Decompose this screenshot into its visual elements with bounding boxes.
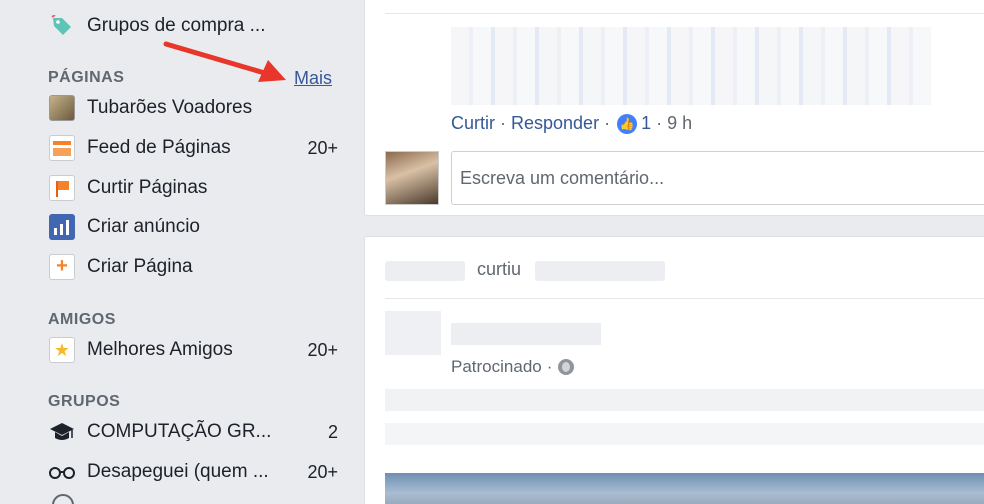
pages-feed-icon	[48, 134, 76, 162]
liked-text: curtiu	[477, 259, 522, 279]
left-sidebar: Grupos de compra ... PÁGINAS Mais Tubarõ…	[0, 0, 364, 504]
sidebar-item-create-page[interactable]: + Criar Página	[48, 251, 338, 283]
sidebar-item-label: Tubarões Voadores	[87, 97, 253, 118]
sidebar-item-count: 2	[327, 421, 338, 442]
post-card-comments: Curtir · Responder · 👍 1 · 9 h Escreva u…	[364, 0, 984, 216]
sidebar-item-create-ad[interactable]: Criar anúncio	[48, 211, 338, 243]
comment-input-placeholder: Escreva um comentário...	[460, 167, 665, 188]
divider	[385, 298, 984, 299]
section-title-friends: AMIGOS	[48, 311, 116, 328]
sidebar-item-label: Desapeguei (quem ...	[87, 461, 269, 482]
blurred-page-title[interactable]	[451, 323, 601, 345]
blurred-name	[385, 261, 465, 281]
section-title-groups: GRUPOS	[48, 393, 121, 410]
pages-more-link[interactable]: Mais	[294, 68, 332, 89]
like-comment-link[interactable]: Curtir	[451, 113, 495, 134]
sidebar-item-label: Criar anúncio	[87, 216, 200, 237]
sidebar-item-like-pages[interactable]: Curtir Páginas	[48, 172, 338, 204]
ad-image[interactable]	[385, 473, 984, 504]
section-title-pages: PÁGINAS	[48, 69, 125, 86]
globe-icon	[558, 359, 575, 375]
sidebar-item-group-desapeguei[interactable]: Desapeguei (quem ... 20+	[48, 456, 338, 488]
sidebar-item-label: Criar Página	[87, 256, 193, 277]
comment-actions: Curtir · Responder · 👍 1 · 9 h	[451, 113, 693, 134]
bar-chart-icon	[48, 213, 76, 241]
sidebar-item-pages-feed[interactable]: Feed de Páginas 20+	[48, 132, 338, 164]
star-icon: ★	[48, 336, 76, 364]
like-count[interactable]: 1	[641, 113, 651, 134]
post-card-sponsored: curtiu Patrocinado ·	[364, 236, 984, 504]
clock-icon	[52, 494, 74, 504]
comment-timestamp[interactable]: 9 h	[667, 113, 692, 134]
post-liked-header: curtiu	[385, 255, 984, 285]
blurred-comment-content	[451, 27, 931, 105]
sidebar-item-count: 20+	[307, 461, 338, 482]
blurred-ad-text	[385, 389, 984, 411]
sidebar-item-label: COMPUTAÇÃO GR...	[87, 421, 272, 442]
sidebar-item-label: Curtir Páginas	[87, 177, 208, 198]
sidebar-item-count: 20+	[307, 137, 338, 158]
comment-input[interactable]: Escreva um comentário...	[451, 151, 984, 205]
sidebar-item-label: Grupos de compra ...	[87, 15, 266, 36]
sidebar-item-count: 20+	[307, 339, 338, 360]
blurred-page-name	[535, 261, 665, 281]
user-avatar[interactable]	[385, 151, 439, 205]
divider	[385, 13, 984, 14]
page-thumbnail[interactable]	[385, 311, 441, 355]
sponsored-label[interactable]: Patrocinado	[451, 357, 542, 377]
sidebar-item-tubaroes-voadores[interactable]: Tubarões Voadores	[48, 92, 338, 124]
graduation-cap-icon	[48, 418, 76, 446]
page-thumbnail-icon	[48, 94, 76, 122]
thumbs-up-icon[interactable]: 👍	[617, 113, 638, 134]
sidebar-item-label: Feed de Páginas	[87, 137, 231, 158]
plus-icon: +	[48, 253, 76, 281]
tag-icon	[48, 12, 76, 40]
sidebar-item-group-computacao[interactable]: COMPUTAÇÃO GR... 2	[48, 416, 338, 448]
sidebar-item-best-friends[interactable]: ★ Melhores Amigos 20+	[48, 334, 338, 366]
sidebar-item-label: Melhores Amigos	[87, 339, 233, 360]
sponsored-meta: Patrocinado ·	[451, 357, 575, 377]
glasses-icon	[48, 458, 76, 486]
annotation-arrow-icon	[163, 41, 286, 82]
flag-icon	[48, 174, 76, 202]
reply-comment-link[interactable]: Responder	[511, 113, 599, 134]
blurred-ad-text	[385, 423, 984, 445]
